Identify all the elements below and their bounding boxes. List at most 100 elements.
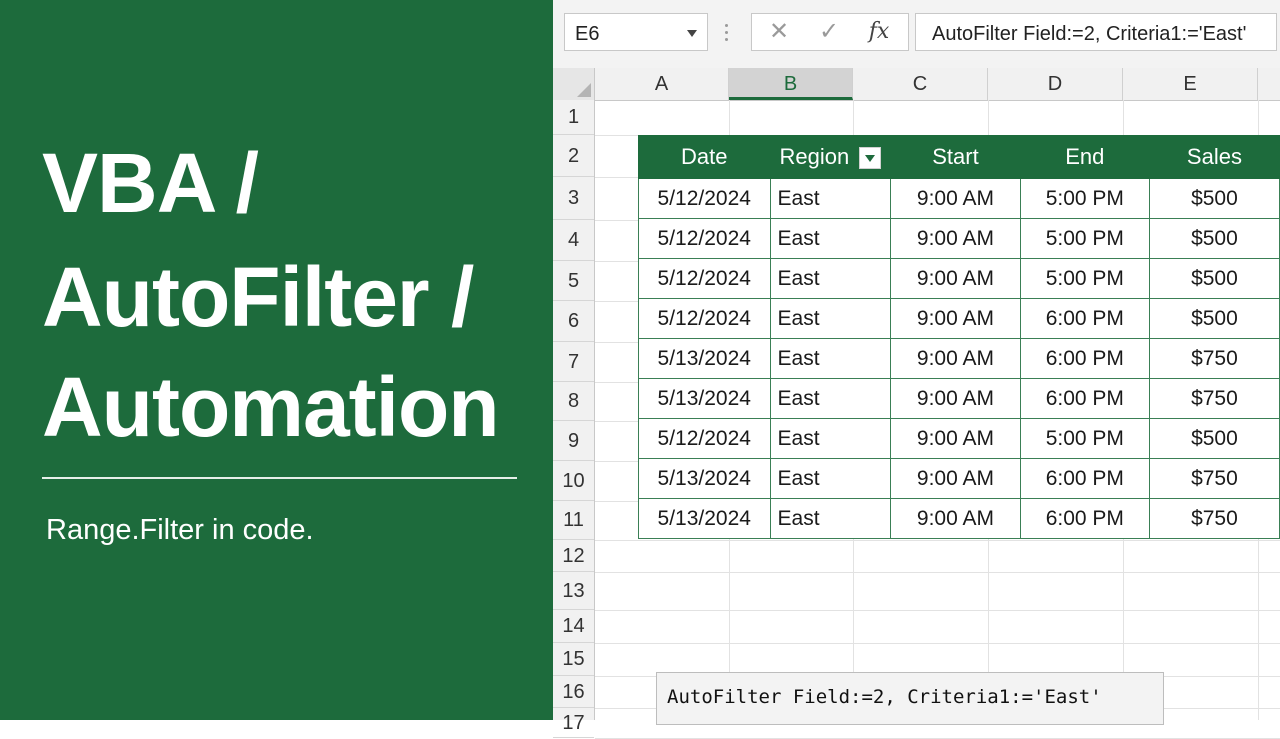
cell-date[interactable]: 5/13/2024 [638,458,771,499]
cell-start[interactable]: 9:00 AM [890,338,1021,379]
cell-sales[interactable]: $500 [1148,178,1280,219]
cell-start[interactable]: 9:00 AM [890,258,1021,299]
cell-region[interactable]: East [769,378,892,419]
check-icon[interactable]: ✓ [812,18,846,46]
table-header-sales: Sales [1148,135,1280,179]
cell-date[interactable]: 5/12/2024 [638,418,771,459]
formula-bar: E6 ✕ ✓ fx AutoFilter Field:=2, Criteria1… [553,0,1280,69]
cell-sales[interactable]: $500 [1148,258,1280,299]
row-header-column: 1 2 3 4 5 6 7 8 9 10 11 12 13 14 15 16 17 [553,100,595,738]
cell-region[interactable]: East [769,178,892,219]
cell-start[interactable]: 9:00 AM [890,178,1021,219]
table-row[interactable]: 5/12/2024 East 9:00 AM 6:00 PM $500 [638,298,1280,339]
row-header[interactable]: 14 [553,610,594,643]
cell-grid[interactable]: Date Region Start End Sales 5/12/2024 East 9:0… [595,100,1280,739]
cell-date[interactable]: 5/12/2024 [638,178,771,219]
cell-sales[interactable]: $750 [1148,338,1280,379]
row-header[interactable]: 10 [553,461,594,501]
cell-start[interactable]: 9:00 AM [890,458,1021,499]
cell-end[interactable]: 5:00 PM [1019,218,1150,259]
header-label: End [1065,144,1105,169]
cell-end[interactable]: 6:00 PM [1019,338,1150,379]
cell-start[interactable]: 9:00 AM [890,418,1021,459]
name-box[interactable]: E6 [564,13,708,51]
row-header[interactable]: 5 [553,261,594,301]
column-header-a[interactable]: A [595,68,729,100]
cell-end[interactable]: 6:00 PM [1019,378,1150,419]
row-header[interactable]: 9 [553,421,594,461]
row-header[interactable]: 17 [553,708,594,738]
cell-region[interactable]: East [769,258,892,299]
row-header[interactable]: 6 [553,301,594,342]
row-header[interactable]: 15 [553,643,594,676]
row-header[interactable]: 16 [553,676,594,708]
table-row[interactable]: 5/12/2024 East 9:00 AM 5:00 PM $500 [638,418,1280,459]
cell-end[interactable]: 6:00 PM [1019,458,1150,499]
cell-end[interactable]: 5:00 PM [1019,418,1150,459]
row-header[interactable]: 7 [553,342,594,382]
table-header-row: Date Region Start End Sales [638,135,1280,179]
row-header[interactable]: 4 [553,220,594,261]
more-options-icon[interactable] [725,24,729,42]
cell-end[interactable]: 6:00 PM [1019,498,1150,539]
cell-date[interactable]: 5/12/2024 [638,218,771,259]
table-row[interactable]: 5/13/2024 East 9:00 AM 6:00 PM $750 [638,498,1280,539]
cell-end[interactable]: 5:00 PM [1019,178,1150,219]
cell-region[interactable]: East [769,458,892,499]
column-header-b[interactable]: B [729,68,853,100]
table-header-region: Region [769,135,892,179]
cell-region[interactable]: East [769,338,892,379]
cell-region[interactable]: East [769,218,892,259]
code-note-box: AutoFilter Field:=2, Criteria1:='East' [656,672,1164,725]
row-header[interactable]: 13 [553,572,594,610]
cell-sales[interactable]: $750 [1148,458,1280,499]
cell-date[interactable]: 5/13/2024 [638,338,771,379]
insert-function-icon[interactable]: fx [862,18,896,46]
select-all-corner[interactable] [553,68,595,100]
data-table: Date Region Start End Sales 5/12/2024 East 9:0… [638,135,1280,539]
filter-dropdown-icon[interactable] [859,147,882,170]
row-header[interactable]: 11 [553,501,594,540]
cell-region[interactable]: East [769,298,892,339]
table-header-end: End [1019,135,1150,179]
cell-start[interactable]: 9:00 AM [890,298,1021,339]
table-row[interactable]: 5/12/2024 East 9:00 AM 5:00 PM $500 [638,258,1280,299]
code-note-text: AutoFilter Field:=2, Criteria1:='East' [667,686,1102,708]
row-header[interactable]: 2 [553,135,594,177]
table-row[interactable]: 5/12/2024 East 9:00 AM 5:00 PM $500 [638,218,1280,259]
cell-sales[interactable]: $750 [1148,498,1280,539]
cell-region[interactable]: East [769,418,892,459]
table-row[interactable]: 5/12/2024 East 9:00 AM 5:00 PM $500 [638,178,1280,219]
cell-sales[interactable]: $500 [1148,418,1280,459]
header-label: Start [932,144,979,169]
header-label: Region [779,144,850,169]
row-header[interactable]: 12 [553,540,594,572]
table-row[interactable]: 5/13/2024 East 9:00 AM 6:00 PM $750 [638,378,1280,419]
row-header[interactable]: 1 [553,100,594,135]
cell-date[interactable]: 5/13/2024 [638,378,771,419]
cell-sales[interactable]: $500 [1148,218,1280,259]
cell-sales[interactable]: $500 [1148,298,1280,339]
cell-region[interactable]: East [769,498,892,539]
cell-end[interactable]: 5:00 PM [1019,258,1150,299]
cell-sales[interactable]: $750 [1148,378,1280,419]
cell-end[interactable]: 6:00 PM [1019,298,1150,339]
column-header-d[interactable]: D [988,68,1123,100]
column-header-e[interactable]: E [1123,68,1258,100]
row-header[interactable]: 3 [553,177,594,220]
cell-start[interactable]: 9:00 AM [890,498,1021,539]
chevron-down-icon[interactable] [687,30,697,37]
cell-start[interactable]: 9:00 AM [890,378,1021,419]
column-header-c[interactable]: C [853,68,988,100]
cell-date[interactable]: 5/13/2024 [638,498,771,539]
cell-date[interactable]: 5/12/2024 [638,298,771,339]
formula-input[interactable]: AutoFilter Field:=2, Criteria1:='East' [915,13,1277,51]
table-row[interactable]: 5/13/2024 East 9:00 AM 6:00 PM $750 [638,458,1280,499]
cancel-icon[interactable]: ✕ [762,18,796,46]
title-panel: VBA / AutoFilter / Automation Range.Filt… [0,0,553,720]
cell-date[interactable]: 5/12/2024 [638,258,771,299]
table-header-start: Start [890,135,1021,179]
row-header[interactable]: 8 [553,382,594,421]
cell-start[interactable]: 9:00 AM [890,218,1021,259]
table-row[interactable]: 5/13/2024 East 9:00 AM 6:00 PM $750 [638,338,1280,379]
